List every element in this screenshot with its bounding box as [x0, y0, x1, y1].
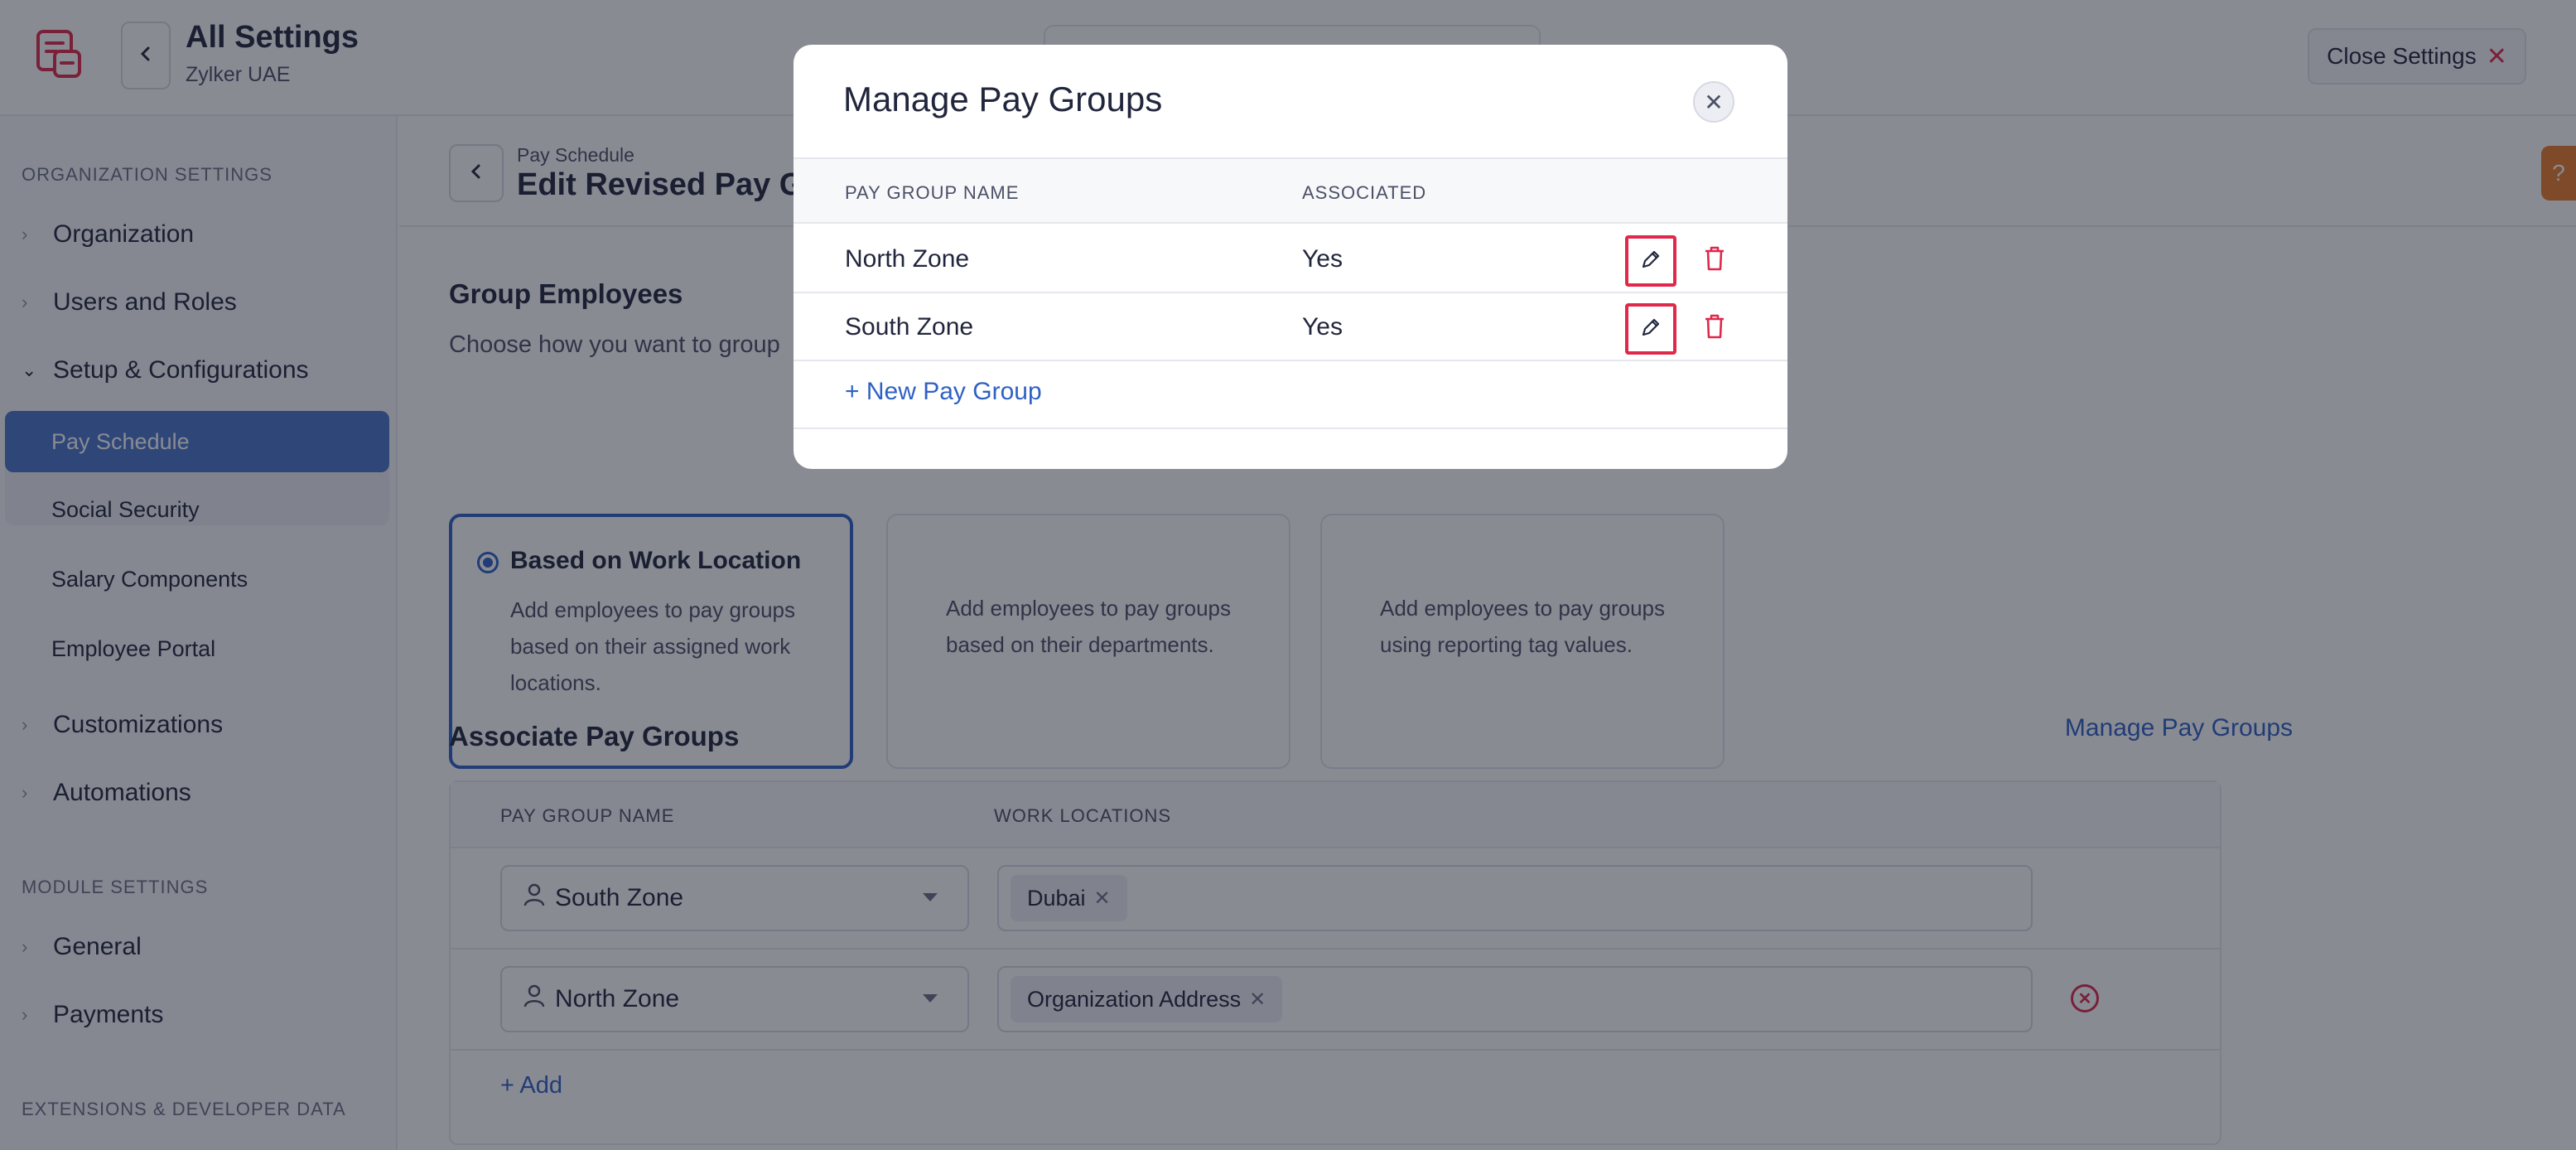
close-icon: ✕ [1704, 89, 1724, 115]
new-pay-group-label: New Pay Group [866, 378, 1042, 405]
trash-icon [1704, 245, 1725, 276]
pay-group-name: South Zone [845, 313, 974, 341]
column-header: PAY GROUP NAME [845, 182, 1020, 203]
associated-value: Yes [1302, 245, 1343, 273]
plus-icon: + [845, 378, 860, 405]
delete-button[interactable] [1700, 244, 1729, 277]
trash-icon [1704, 313, 1725, 344]
table-row: South Zone Yes [794, 293, 1787, 361]
modal-table-header: PAY GROUP NAME ASSOCIATED [794, 157, 1787, 224]
delete-button[interactable] [1700, 312, 1729, 345]
footer-divider [794, 428, 1787, 429]
pencil-icon [1640, 249, 1662, 274]
new-pay-group-button[interactable]: + New Pay Group [845, 378, 1042, 406]
manage-pay-groups-modal: Manage Pay Groups ✕ PAY GROUP NAME ASSOC… [794, 45, 1787, 469]
table-row: North Zone Yes [794, 225, 1787, 293]
edit-button[interactable] [1625, 303, 1676, 355]
pencil-icon [1640, 316, 1662, 342]
associated-value: Yes [1302, 313, 1343, 341]
edit-button[interactable] [1625, 235, 1676, 287]
modal-title: Manage Pay Groups [843, 80, 1163, 118]
modal-close-button[interactable]: ✕ [1693, 81, 1734, 123]
pay-group-name: North Zone [845, 245, 970, 273]
column-header: ASSOCIATED [1302, 182, 1427, 203]
